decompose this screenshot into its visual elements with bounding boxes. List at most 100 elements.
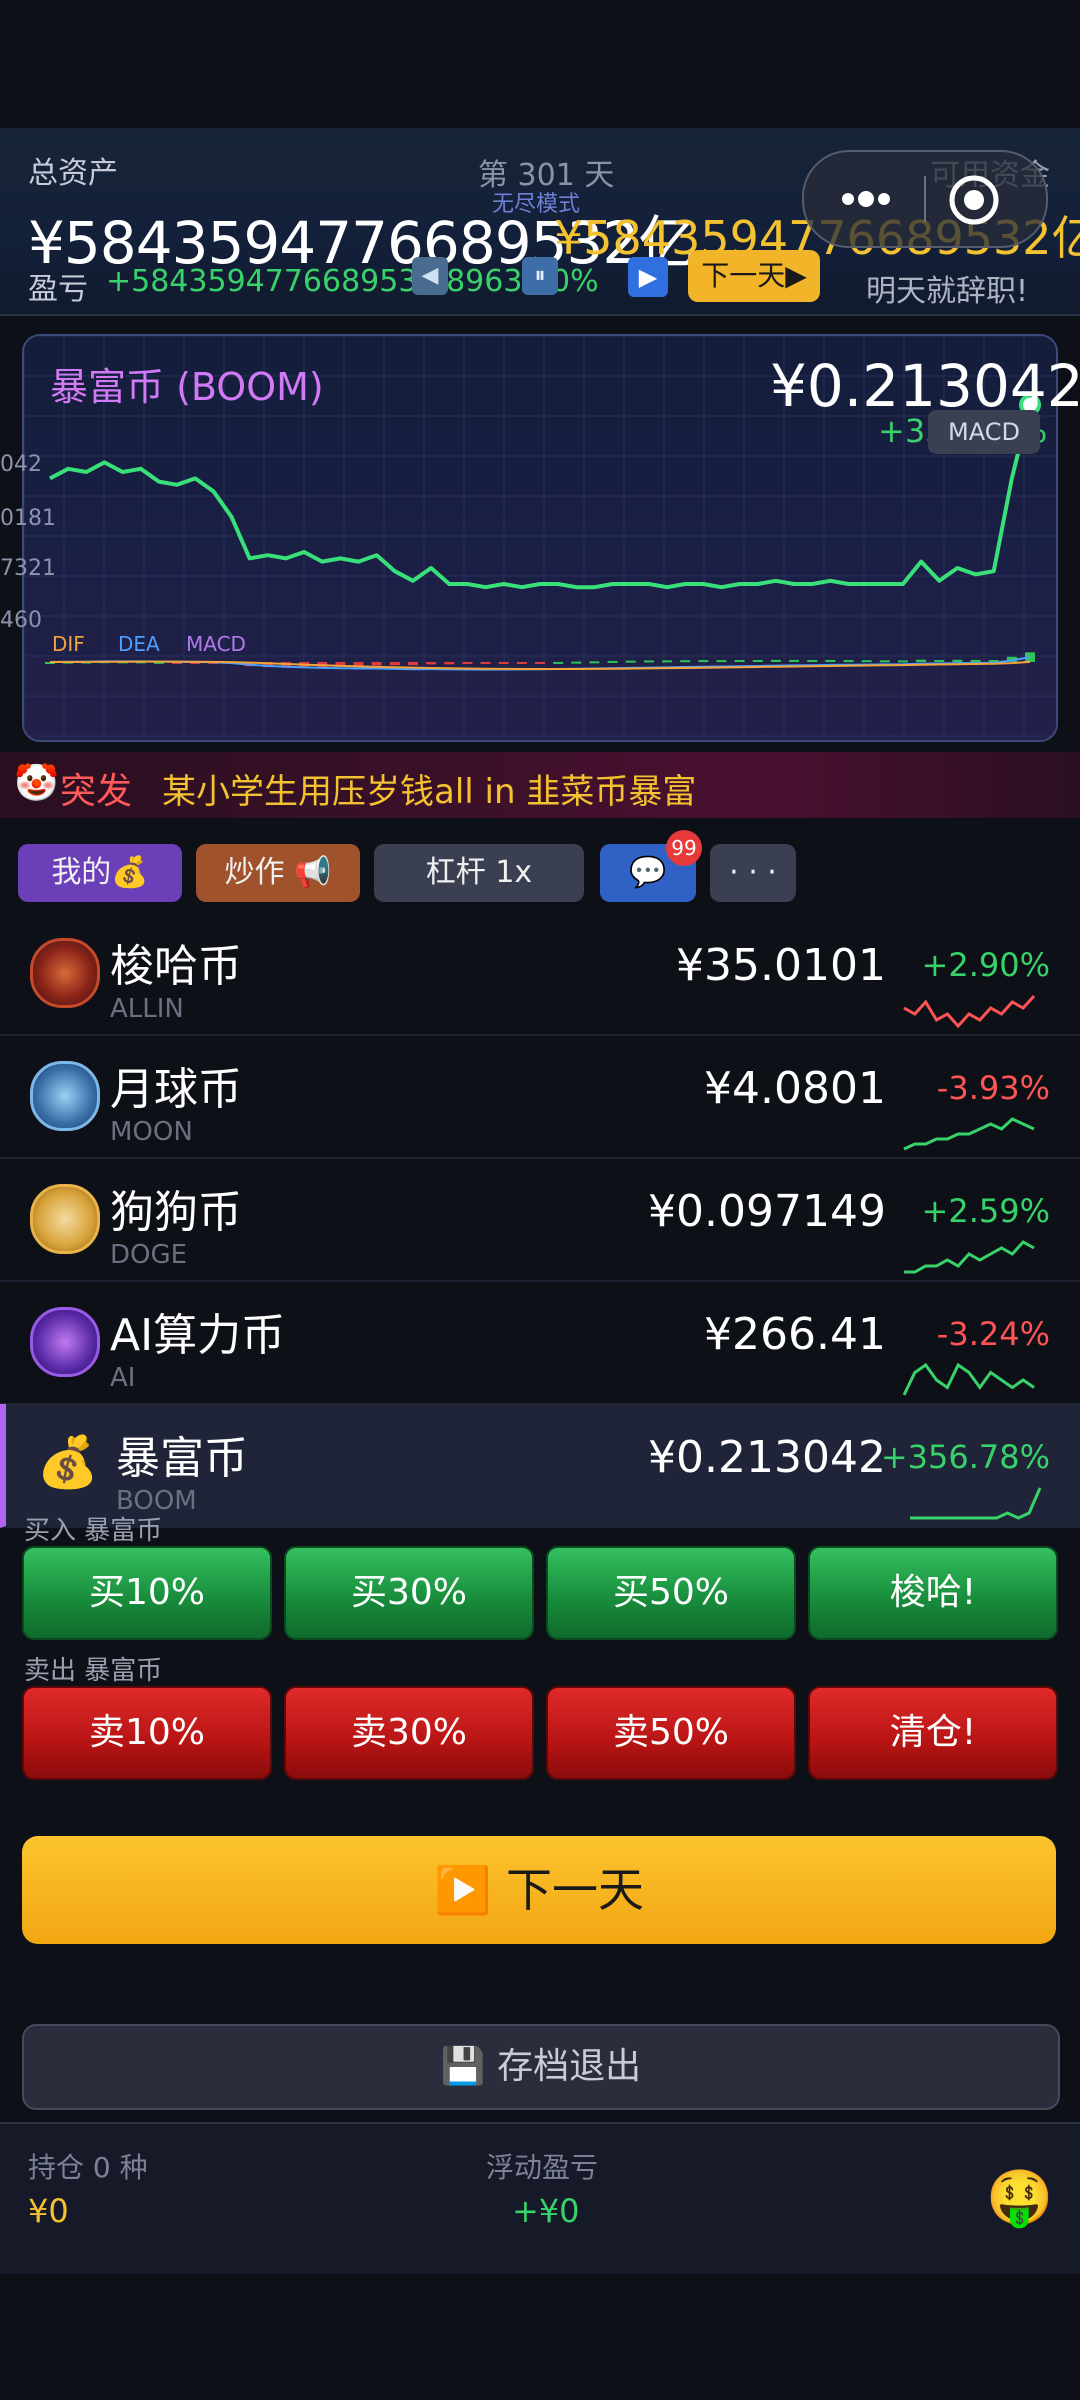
macd-bar [770,659,781,662]
coin-change: +2.90% [921,946,1050,984]
sparkline [904,1240,1035,1274]
macd-bar [952,659,963,662]
pnl-label: 盈亏 [28,272,88,307]
clown-icon: 🤡 [14,763,59,804]
macd-bar [752,659,763,662]
chart-coin-title: 暴富币 (BOOM) [50,365,324,409]
news-text: 某小学生用压岁钱all in 韭菜币暴富 [162,772,697,812]
sell-10-button[interactable]: 卖10% [22,1686,272,1780]
macd-bar [807,659,818,662]
macd-bar [571,661,582,664]
coin-change: -3.93% [936,1069,1050,1107]
coin-row-doge[interactable]: 狗狗币 DOGE ¥0.097149 +2.59% [0,1158,1080,1282]
macd-bar [535,662,545,664]
sell-30-button[interactable]: 卖30% [284,1686,534,1780]
macd-bar [789,659,800,662]
moon-icon [30,1061,100,1131]
clear-position-button[interactable]: 清仓! [808,1686,1058,1780]
sell-50-button[interactable]: 卖50% [546,1686,796,1780]
floating-pnl-value: +¥0 [512,2192,580,2230]
macd-bar [843,660,854,663]
sparkline-path [902,1362,1035,1396]
macd-bar [698,660,709,663]
y-tick-3: 7321 [0,556,56,581]
rewind-button[interactable]: ◀ [412,257,448,295]
dea-legend: DEA [118,632,160,656]
sparkline [902,1362,1035,1396]
play-button[interactable]: ▶ [628,257,668,297]
macd-bar [734,660,745,663]
leverage-button[interactable]: 杠杆 1x [374,844,584,902]
coin-change: -3.24% [936,1315,1050,1353]
coin-price: ¥35.0101 [676,940,886,991]
buy-10-button[interactable]: 买10% [22,1546,272,1640]
macd-bar [462,662,473,665]
total-assets-label: 总资产 [28,156,118,191]
coin-name: AI算力币 [110,1310,286,1361]
y-tick-1: 042 [0,452,42,477]
macd-bar [662,660,673,663]
coin-row-allin[interactable]: 梭哈币 ALLIN ¥35.0101 +2.90% [0,912,1080,1036]
holdings-count-label: 持仓 0 种 [28,2151,148,2184]
macd-bar [426,662,437,665]
next-day-mini-button[interactable]: 下一天▶ [688,250,820,302]
chat-badge: 99 [666,830,702,866]
chat-icon: 💬 [629,855,667,890]
coin-name: 狗狗币 [110,1187,242,1238]
macd-bar [916,659,927,662]
macd-bar [498,662,509,664]
all-in-button[interactable]: 梭哈! [808,1546,1058,1640]
poker-chip-icon [30,938,100,1008]
coin-name: 暴富币 [116,1433,248,1484]
macd-legend: MACD [186,632,246,656]
coin-price: ¥0.213042 [648,1432,886,1483]
macd-bar [861,660,872,663]
macd-bar [516,662,527,664]
buy-50-button[interactable]: 买50% [546,1546,796,1640]
ai-chip-icon [30,1307,100,1377]
macd-bar [371,662,382,666]
more-button[interactable]: · · · [710,844,796,902]
miniprogram-capsule [802,150,1048,248]
macd-bar [589,661,600,664]
coin-price: ¥0.097149 [648,1186,886,1237]
sell-section-label: 卖出 暴富币 [24,1656,163,1686]
coin-symbol: ALLIN [110,994,184,1024]
buy-section-label: 买入 暴富币 [24,1516,163,1546]
floating-pnl-label: 浮动盈亏 [486,2151,599,2184]
tab-hype[interactable]: 炒作 📢 [196,844,360,902]
macd-bar [716,660,727,663]
y-tick-4: 460 [0,608,42,633]
macd-bar [680,660,691,663]
coin-name: 月球币 [110,1064,242,1115]
coin-change: +2.59% [921,1192,1050,1230]
money-face-icon: 🤑 [986,2166,1054,2229]
close-icon[interactable] [944,170,1004,230]
save-exit-button[interactable]: 💾 存档退出 [22,2024,1060,2110]
coin-symbol: MOON [110,1117,193,1147]
tab-mine[interactable]: 我的💰 [18,844,182,902]
coin-row-ai[interactable]: AI算力币 AI ¥266.41 -3.24% [0,1281,1080,1405]
macd-bar [407,662,418,666]
coin-row-moon[interactable]: 月球币 MOON ¥4.0801 -3.93% [0,1035,1080,1159]
coin-change: +356.78% [880,1438,1050,1476]
macd-bar [625,660,636,663]
more-icon[interactable] [824,174,904,224]
macd-bar [389,662,400,666]
sparkline [903,994,1036,1028]
pause-button[interactable]: ⏸ [522,257,558,295]
next-day-button[interactable]: ▶️ 下一天 [22,1836,1056,1944]
slogan-text: 明天就辞职! [866,274,1029,309]
sparkline [903,1117,1035,1151]
sparkline [910,1487,1042,1520]
coin-symbol: DOGE [110,1240,188,1270]
sparkline-path [904,1240,1035,1274]
macd-bar [643,660,654,663]
macd-bar [970,659,981,662]
macd-bar [879,660,890,663]
news-tag: 突发 [60,771,133,812]
buy-30-button[interactable]: 买30% [284,1546,534,1640]
macd-toggle-button[interactable]: MACD [928,410,1040,454]
money-bag-icon: 💰 [36,1433,100,1491]
coin-price: ¥4.0801 [704,1063,886,1114]
